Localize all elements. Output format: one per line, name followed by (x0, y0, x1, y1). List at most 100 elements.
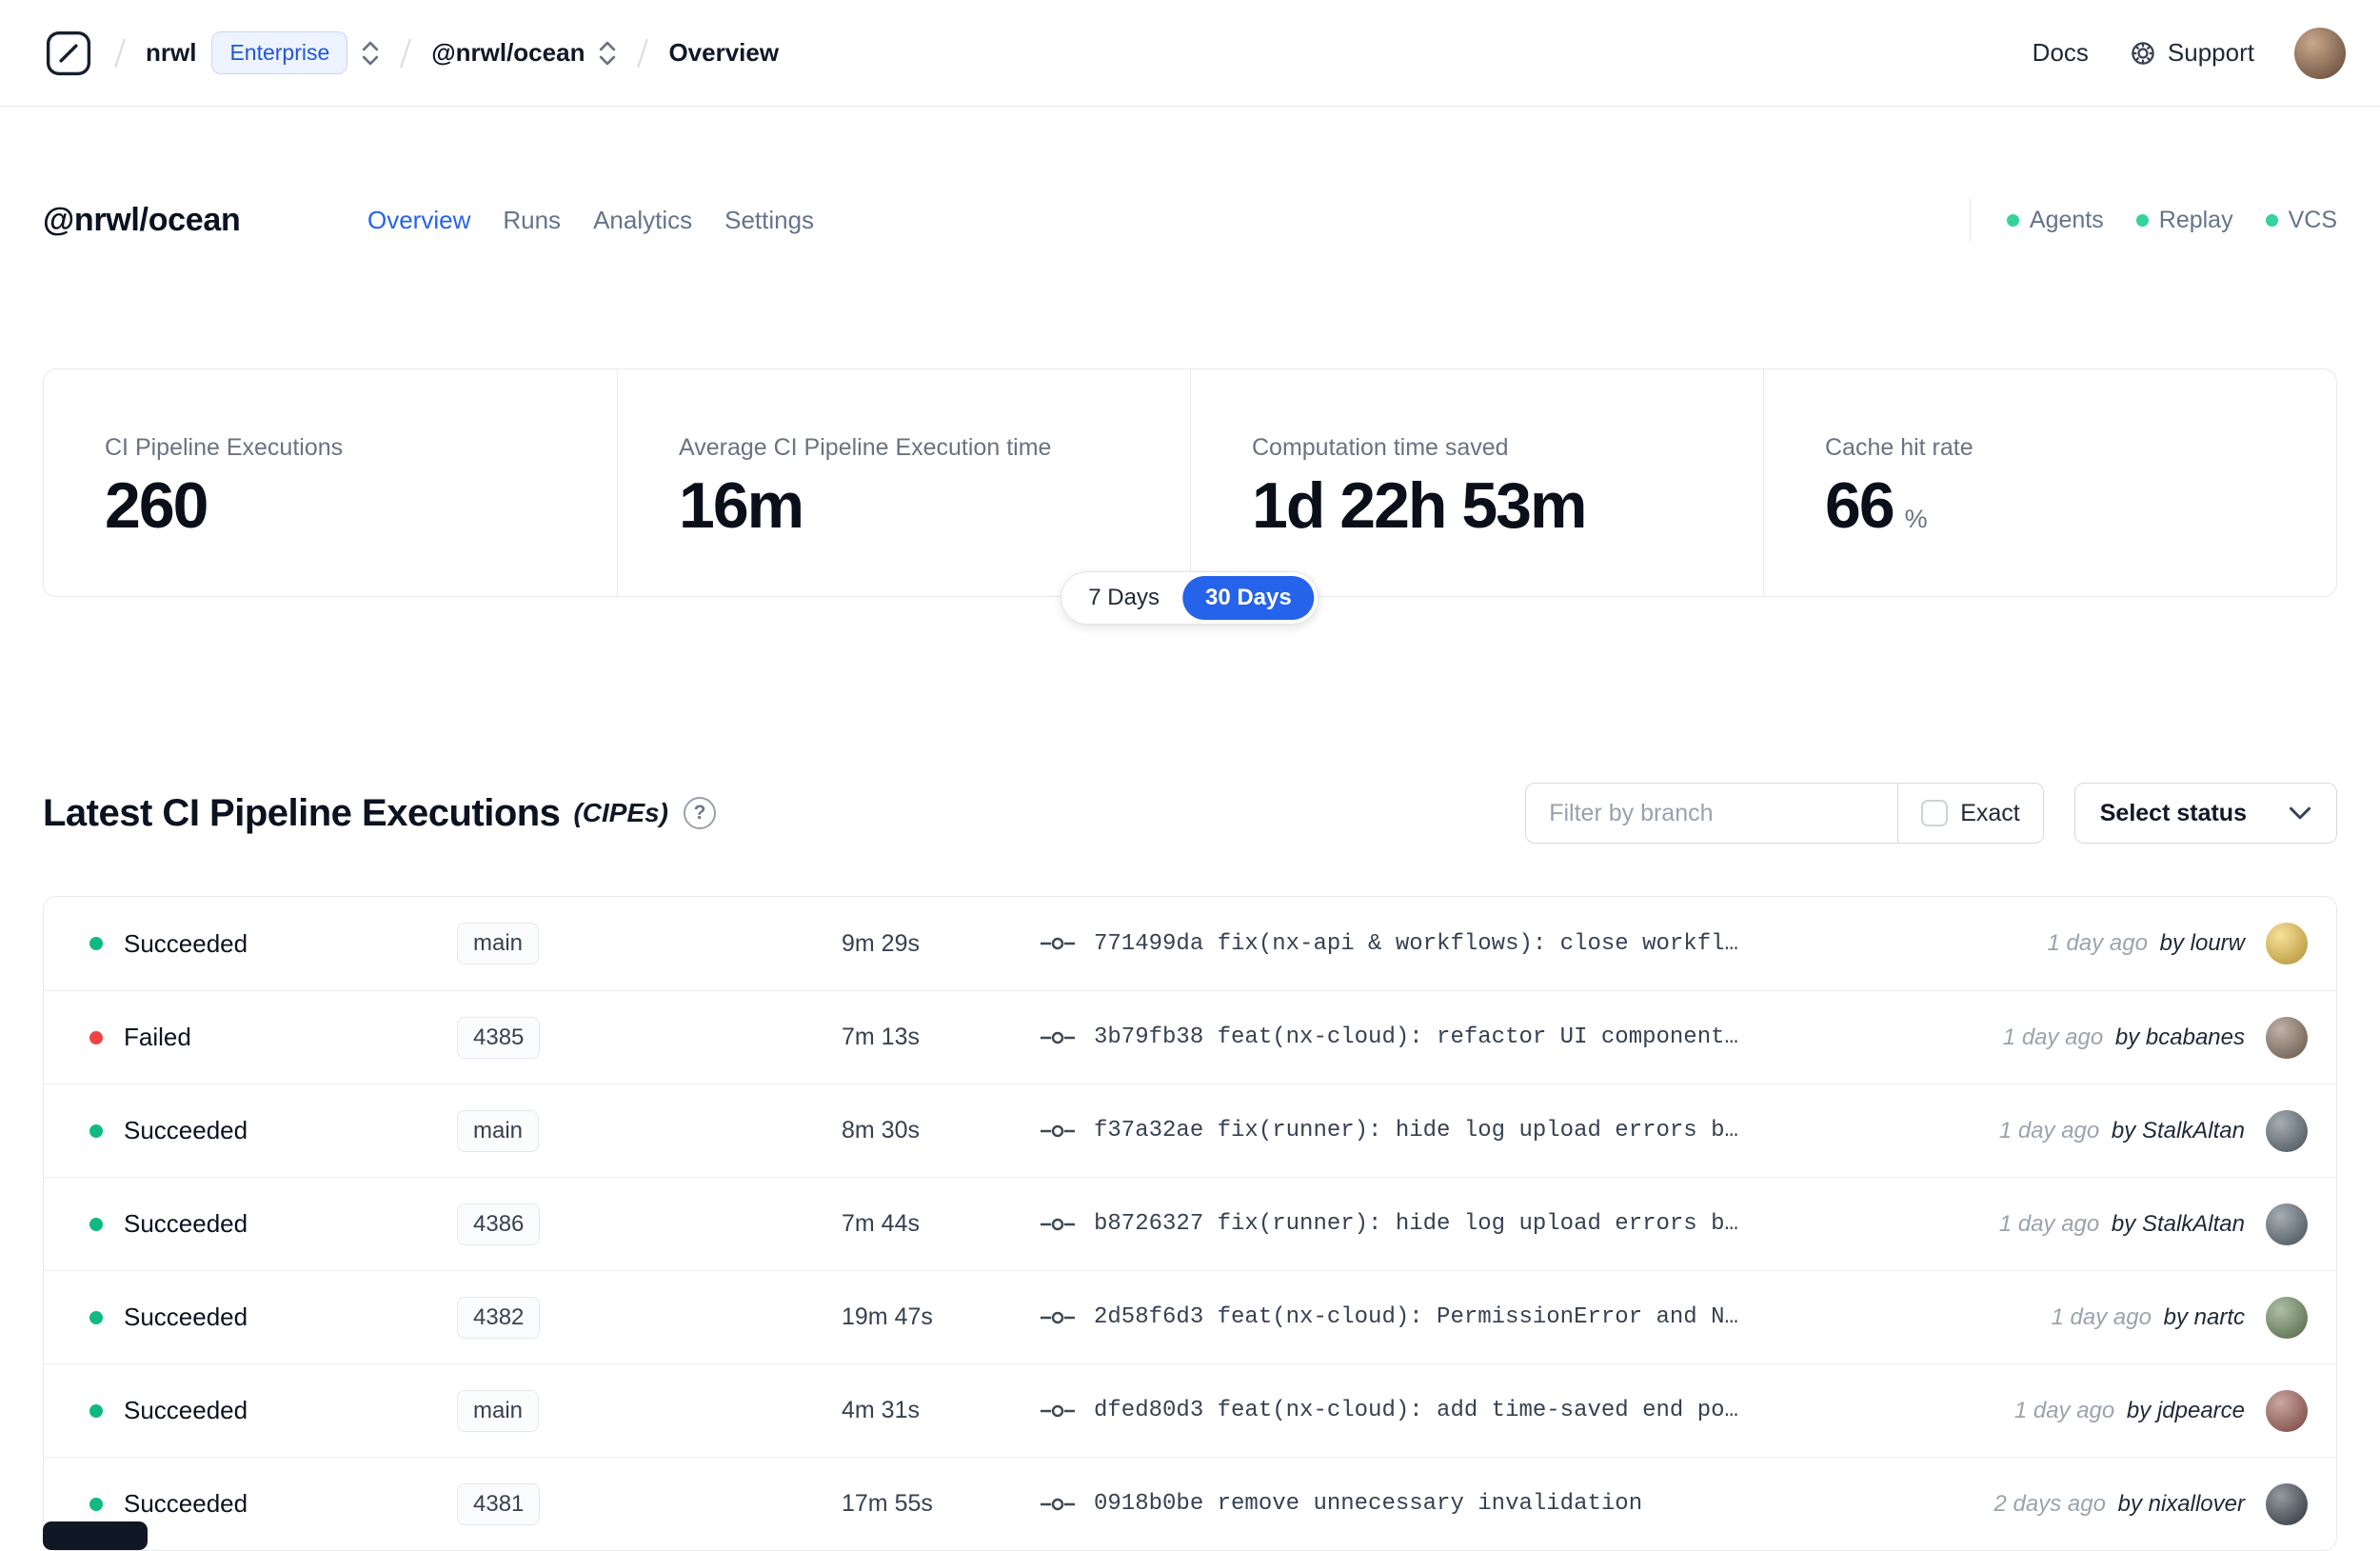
indicator-vcs[interactable]: VCS (2265, 206, 2337, 234)
help-icon[interactable]: ? (684, 797, 717, 829)
commit-cell: b8726327 fix(runner): hide log upload er… (1041, 1211, 1980, 1237)
row-meta: 2 days ago by nixallover (1994, 1491, 2246, 1518)
branch-badge[interactable]: main (457, 1389, 540, 1432)
commit-message[interactable]: 3b79fb38 feat(nx-cloud): refactor UI com… (1094, 1024, 1738, 1050)
duration: 4m 31s (842, 1397, 920, 1423)
commit-cell: 0918b0be remove unnecessary invalidation (1041, 1491, 1975, 1517)
author: by StalkAltan (2111, 1117, 2245, 1143)
stat-card-ci-pipeline-executions: CI Pipeline Executions 260 (44, 369, 617, 596)
support-link[interactable]: Support (2129, 38, 2254, 68)
workspace-header: @nrwl/ocean Overview Runs Analytics Sett… (43, 198, 2337, 242)
stats-cards: CI Pipeline Executions 260 Average CI Pi… (43, 368, 2337, 625)
git-commit-icon (1041, 1124, 1075, 1137)
branch-badge[interactable]: 4386 (457, 1203, 541, 1245)
plan-badge: Enterprise (211, 31, 348, 74)
status-label: Succeeded (124, 1489, 248, 1518)
status-cell: Succeeded (44, 929, 457, 959)
green-dot-icon (2135, 213, 2149, 227)
status-dot (89, 937, 103, 950)
chevron-updown-icon[interactable] (361, 39, 380, 68)
select-status-label: Select status (2099, 799, 2247, 826)
status-cell: Succeeded (44, 1209, 457, 1239)
chevron-updown-icon[interactable] (598, 39, 617, 68)
workspace-tabs: Overview Runs Analytics Settings (367, 206, 814, 235)
row-meta: 1 day ago by StalkAltan (1999, 1118, 2245, 1144)
commit-message[interactable]: 0918b0be remove unnecessary invalidation (1094, 1491, 1642, 1517)
table-row[interactable]: Succeeded 4382 19m 47s 2d58f6d3 feat(nx-… (44, 1270, 2336, 1363)
indicator-label: Replay (2158, 206, 2233, 233)
workspace-selector[interactable]: @nrwl/ocean (431, 38, 617, 68)
branch-badge[interactable]: 4385 (457, 1016, 541, 1059)
row-meta: 1 day ago by StalkAltan (1999, 1211, 2245, 1238)
duration: 19m 47s (842, 1303, 933, 1330)
status-dot (89, 1217, 103, 1231)
table-row[interactable]: Succeeded 4381 17m 55s 0918b0be remove u… (44, 1457, 2336, 1550)
branch-cell: 4385 (457, 1016, 842, 1059)
tab-overview[interactable]: Overview (367, 206, 470, 235)
table-row[interactable]: Succeeded 4386 7m 44s b8726327 fix(runne… (44, 1177, 2336, 1270)
org-selector[interactable]: nrwl Enterprise (146, 31, 380, 74)
author: by StalkAltan (2111, 1210, 2245, 1237)
git-commit-icon (1041, 1218, 1075, 1230)
nx-logo-icon (46, 30, 91, 75)
branch-cell: 4381 (457, 1482, 842, 1525)
select-status-dropdown[interactable]: Select status (2073, 783, 2337, 844)
navbar-right: Docs Support (2033, 27, 2346, 79)
exact-checkbox[interactable] (1921, 800, 1949, 826)
commit-message[interactable]: 771499da fix(nx-api & workflows): close … (1094, 931, 1738, 957)
indicator-label: VCS (2288, 206, 2337, 233)
branch-badge[interactable]: main (457, 923, 540, 964)
commit-message[interactable]: 2d58f6d3 feat(nx-cloud): PermissionError… (1094, 1304, 1738, 1330)
indicator-replay[interactable]: Replay (2135, 206, 2233, 234)
table-row[interactable]: Succeeded main 8m 30s f37a32ae fix(runne… (44, 1084, 2336, 1177)
status-label: Succeeded (124, 1302, 248, 1331)
user-avatar[interactable] (2294, 27, 2346, 79)
green-dot-icon (2006, 213, 2019, 227)
table-row[interactable]: Succeeded main 4m 31s dfed80d3 feat(nx-c… (44, 1363, 2336, 1457)
stat-title: CI Pipeline Executions (105, 434, 344, 461)
tab-settings[interactable]: Settings (724, 206, 814, 235)
author: by nixallover (2117, 1490, 2245, 1517)
indicator-agents[interactable]: Agents (2006, 207, 2104, 234)
table-row[interactable]: Succeeded main 9m 29s 771499da fix(nx-ap… (44, 897, 2336, 990)
status-cell: Succeeded (44, 1116, 457, 1145)
git-commit-icon (1041, 1031, 1075, 1044)
commit-cell: f37a32ae fix(runner): hide log upload er… (1041, 1118, 1980, 1143)
git-commit-icon (1041, 937, 1075, 950)
tab-analytics[interactable]: Analytics (593, 206, 692, 235)
branch-badge[interactable]: 4382 (457, 1296, 541, 1339)
docs-link[interactable]: Docs (2033, 38, 2089, 68)
nx-logo[interactable] (43, 28, 94, 79)
time-ago: 1 day ago (2051, 1303, 2152, 1330)
table-row[interactable]: Failed 4385 7m 13s 3b79fb38 feat(nx-clou… (44, 990, 2336, 1084)
range-7-days-button[interactable]: 7 Days (1065, 576, 1182, 620)
status-cell: Succeeded (44, 1489, 457, 1519)
bottom-widget[interactable] (43, 1521, 148, 1550)
branch-cell: 4382 (457, 1296, 842, 1339)
avatar (2266, 1203, 2308, 1245)
green-dot-icon (2265, 213, 2278, 227)
breadcrumb-slash (400, 37, 412, 69)
status-label: Succeeded (124, 1209, 248, 1238)
cipe-table: Succeeded main 9m 29s 771499da fix(nx-ap… (43, 896, 2337, 1551)
stat-title: Average CI Pipeline Execution time (679, 434, 1052, 461)
tab-runs[interactable]: Runs (503, 206, 561, 235)
branch-badge[interactable]: 4381 (457, 1482, 541, 1525)
commit-message[interactable]: b8726327 fix(runner): hide log upload er… (1094, 1211, 1738, 1237)
status-dot (89, 1497, 103, 1511)
commit-message[interactable]: dfed80d3 feat(nx-cloud): add time-saved … (1094, 1398, 1738, 1423)
exact-label: Exact (1960, 799, 2020, 826)
branch-filter-input[interactable] (1526, 784, 1898, 843)
avatar (2266, 1482, 2308, 1525)
support-lifebuoy-icon (2132, 41, 2154, 65)
git-commit-icon (1041, 1311, 1075, 1323)
exact-toggle[interactable]: Exact (1898, 800, 2043, 827)
branch-filter-group: Exact (1525, 783, 2044, 844)
row-meta: 1 day ago by lourw (2048, 930, 2245, 957)
range-30-days-button[interactable]: 30 Days (1181, 576, 1315, 620)
time-ago: 1 day ago (2013, 1397, 2115, 1423)
cipe-title-group: Latest CI Pipeline Executions (CIPEs) ? (43, 792, 717, 835)
commit-message[interactable]: f37a32ae fix(runner): hide log upload er… (1094, 1118, 1738, 1143)
branch-badge[interactable]: main (457, 1109, 540, 1152)
avatar (2266, 1109, 2308, 1152)
